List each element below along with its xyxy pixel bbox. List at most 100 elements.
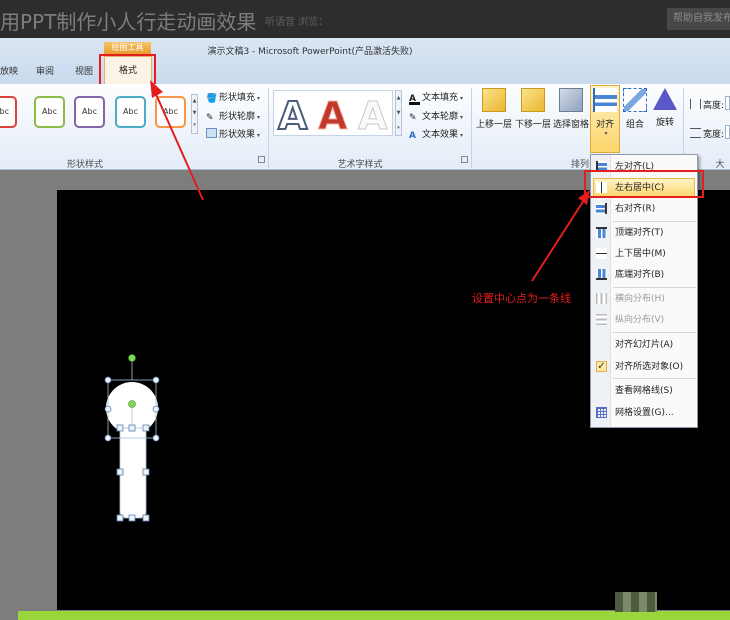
text-outline-label: 文本轮廓 (422, 112, 459, 122)
selection-pane-icon (559, 88, 583, 112)
menu-item-label: 顶端对齐(T) (615, 228, 664, 238)
tab-view[interactable]: 视图 (75, 64, 93, 77)
text-outline-button[interactable]: ✎ 文本轮廓 ▾ (409, 109, 463, 124)
width-icon (690, 128, 701, 138)
shape-fill-button[interactable]: 🪣 形状填充 ▾ (206, 90, 260, 104)
menu-item-label: 对齐所选对象(O) (615, 362, 684, 372)
rotate-label: 旋转 (655, 118, 674, 128)
shape-style-2[interactable]: Abc (34, 96, 65, 128)
bring-forward-label: 上移一层 (475, 120, 512, 130)
align-button[interactable]: 对齐 ▾ (590, 88, 620, 137)
selected-figure-shape[interactable] (100, 350, 164, 526)
shape-style-5[interactable]: Abc (155, 96, 186, 128)
menu-item-align-to-slide[interactable]: 对齐幻灯片(A) (591, 335, 697, 355)
menu-item-grid-settings[interactable]: 网格设置(G)... (591, 403, 697, 423)
article-title: 用PPT制作小人行走动画效果 (0, 10, 257, 34)
menu-item-label: 纵向分布(V) (615, 315, 665, 325)
align-icon (593, 88, 617, 112)
distribute-horizontal-icon (596, 293, 607, 304)
text-fill-button[interactable]: A 文本填充 ▾ (409, 90, 463, 105)
group-separator (471, 88, 472, 168)
menu-item-label: 查看网格线(S) (615, 386, 673, 396)
figure-body[interactable] (120, 420, 146, 518)
bottom-green-bar (18, 611, 730, 620)
shape-style-label: Abc (163, 107, 178, 116)
shape-fill-label: 形状填充 (219, 93, 256, 103)
shape-outline-button[interactable]: ✎ 形状轮廓 ▾ (206, 109, 260, 123)
height-icon (690, 99, 701, 109)
width-input[interactable] (725, 125, 730, 139)
annotation-text: 设置中心点为一条线 (472, 292, 571, 305)
text-effects-label: 文本效果 (422, 130, 459, 140)
menu-item-label: 右对齐(R) (615, 204, 656, 214)
menu-separator (613, 221, 696, 222)
checkmark-icon: ✓ (596, 361, 607, 372)
rotate-icon (653, 88, 677, 110)
menu-item-label: 网格设置(G)... (615, 408, 674, 418)
shape-style-1[interactable]: Abc (0, 96, 17, 128)
menu-item-view-gridlines[interactable]: 查看网格线(S) (591, 381, 697, 401)
width-label-text: 宽度: (703, 130, 725, 140)
article-actions[interactable]: 听语音 浏览： (265, 13, 328, 28)
wordart-style-3[interactable]: A (357, 94, 387, 139)
rotate-handle[interactable] (128, 354, 136, 362)
text-effects-icon: A (409, 131, 416, 141)
header-button[interactable]: 帮助自我发布 (667, 8, 730, 30)
group-separator (268, 88, 269, 168)
send-backward-label: 下移一层 (514, 120, 551, 130)
shape-styles-group-label: 形状样式 (66, 160, 103, 170)
shape-style-3[interactable]: Abc (74, 96, 105, 128)
pencil-icon: ✎ (206, 113, 214, 123)
wordart-style-1[interactable]: A (277, 93, 308, 139)
height-input[interactable] (725, 96, 730, 110)
shape-styles-scroll[interactable]: ▲ ▼ ▾ (191, 94, 198, 134)
mosaic-blur (615, 592, 657, 612)
text-outline-icon: ✎ (409, 113, 417, 123)
rotate-handle-body[interactable] (128, 400, 136, 408)
menu-item-align-bottom[interactable]: 底端对齐(B) (591, 265, 697, 285)
wordart-style-2[interactable]: A (317, 94, 347, 139)
align-top-icon (596, 227, 607, 238)
menu-item-align-middle[interactable]: 上下居中(M) (591, 244, 697, 264)
bring-forward-button[interactable]: 上移一层 (475, 88, 513, 130)
tab-review[interactable]: 审阅 (36, 64, 54, 77)
shape-style-label: Abc (0, 107, 9, 116)
paint-bucket-icon: 🪣 (206, 94, 218, 104)
menu-separator (613, 332, 696, 333)
align-label: 对齐 (595, 120, 614, 130)
menu-item-label: 横向分布(H) (615, 294, 665, 304)
align-middle-icon (596, 248, 607, 259)
wordart-launcher-icon[interactable] (461, 156, 468, 163)
menu-item-align-right[interactable]: 右对齐(R) (591, 199, 697, 219)
menu-item-align-selected-objects[interactable]: ✓ 对齐所选对象(O) (591, 357, 697, 377)
wordart-scroll[interactable]: ▲ ▼ ▾ (395, 90, 402, 136)
text-fill-icon: A (409, 95, 420, 105)
shape-styles-launcher-icon[interactable] (258, 156, 265, 163)
rotate-button[interactable]: 旋转 (652, 88, 678, 128)
grid-icon (596, 407, 607, 418)
shape-style-4[interactable]: Abc (115, 96, 146, 128)
align-dropdown-icon: ▾ (604, 130, 608, 137)
shape-effects-button[interactable]: 形状效果 ▾ (206, 127, 260, 140)
text-effects-button[interactable]: A 文本效果 ▾ (409, 127, 463, 142)
selection-pane-button[interactable]: 选择窗格 (553, 88, 589, 130)
align-right-icon (596, 203, 607, 214)
menu-item-distribute-vertical: 纵向分布(V) (591, 310, 697, 330)
tab-slideshow[interactable]: 放映 (0, 64, 18, 77)
distribute-vertical-icon (596, 314, 607, 325)
shape-outline-label: 形状轮廓 (219, 112, 256, 122)
format-tab-highlight-box (99, 54, 156, 88)
menu-item-align-top[interactable]: 顶端对齐(T) (591, 223, 697, 243)
menu-item-distribute-horizontal: 横向分布(H) (591, 289, 697, 309)
center-option-highlight-box (584, 170, 704, 198)
group-button[interactable]: 组合 (622, 88, 648, 130)
group-label: 组合 (625, 120, 644, 130)
height-label-text: 高度: (703, 101, 725, 111)
send-backward-button[interactable]: 下移一层 (514, 88, 552, 130)
send-backward-icon (521, 88, 545, 112)
drawing-tools-label: 绘图工具 (104, 42, 151, 54)
menu-separator (613, 287, 696, 288)
group-icon (623, 88, 647, 112)
selection-pane-label: 选择窗格 (553, 120, 590, 130)
text-fill-label: 文本填充 (422, 93, 459, 103)
